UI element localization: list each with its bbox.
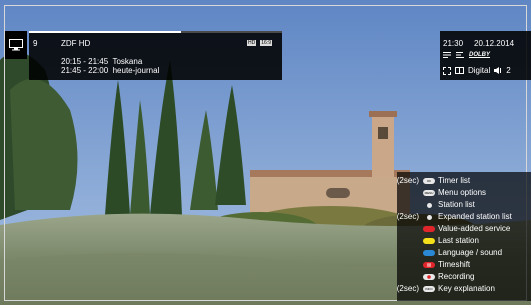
hold-duration: (2sec) bbox=[396, 176, 419, 185]
audio-digital-icon bbox=[455, 67, 464, 74]
program-title: Toskana bbox=[112, 57, 143, 66]
aspect-icon bbox=[443, 66, 451, 75]
key-row-timer-list[interactable]: (2sec) OK Timer list bbox=[397, 175, 531, 187]
volume-level: 2 bbox=[506, 66, 511, 75]
dolby-icon: DOLBY bbox=[469, 52, 490, 58]
key-label: Timer list bbox=[438, 176, 471, 185]
key-label: Recording bbox=[438, 272, 475, 281]
menu-key-icon: MENU bbox=[423, 190, 435, 196]
key-row-expanded-station-list[interactable]: (2sec) Expanded station list bbox=[397, 211, 531, 223]
hd-badge: HD bbox=[247, 40, 257, 46]
channel-number: 9 bbox=[33, 39, 38, 48]
program-time: 21:45 - 22:00 bbox=[61, 66, 109, 75]
program-time: 20:15 - 21:45 bbox=[61, 57, 109, 66]
yellow-key-icon bbox=[423, 238, 435, 244]
key-label: Last station bbox=[438, 236, 479, 245]
key-explanation-panel: (2sec) OK Timer list MENU Menu options S… bbox=[397, 172, 531, 301]
key-label: Station list bbox=[438, 200, 475, 209]
key-row-key-explanation[interactable]: (2sec) INFO Key explanation bbox=[397, 283, 531, 295]
red-key-icon bbox=[423, 226, 435, 232]
key-row-recording[interactable]: Recording bbox=[397, 271, 531, 283]
teletext-icon bbox=[456, 52, 464, 58]
program-progress-bar bbox=[29, 31, 282, 33]
tv-mode-indicator bbox=[5, 31, 27, 59]
key-row-station-list[interactable]: Station list bbox=[397, 199, 531, 211]
key-row-last-station[interactable]: Last station bbox=[397, 235, 531, 247]
clock-date: 20.12.2014 bbox=[474, 39, 515, 48]
key-label: Value-added service bbox=[438, 224, 511, 233]
next-program: 21:45 - 22:00 heute-journal bbox=[61, 66, 159, 75]
current-program: 20:15 - 21:45 Toskana bbox=[61, 57, 142, 66]
ok-dot-key-icon bbox=[426, 214, 432, 220]
info-key-icon: INFO bbox=[423, 286, 435, 292]
tv-icon bbox=[9, 39, 23, 51]
key-row-language-sound[interactable]: Language / sound bbox=[397, 247, 531, 259]
key-row-menu-options[interactable]: MENU Menu options bbox=[397, 187, 531, 199]
program-progress-fill bbox=[29, 31, 181, 33]
key-label: Key explanation bbox=[438, 284, 495, 293]
blue-key-icon bbox=[423, 250, 435, 256]
record-key-icon bbox=[423, 274, 435, 280]
clock-time: 21:30 bbox=[443, 39, 464, 48]
channel-name: ZDF HD bbox=[61, 39, 91, 48]
status-panel: 21:30 20.12.2014 DOLBY Digital 2 bbox=[440, 31, 531, 80]
hold-duration: (2sec) bbox=[396, 212, 419, 221]
volume-icon bbox=[494, 67, 502, 74]
subtitle-icon bbox=[443, 52, 451, 58]
audio-mode: Digital bbox=[468, 66, 491, 75]
key-row-timeshift[interactable]: Timeshift bbox=[397, 259, 531, 271]
aspect-ratio-badge: 16:9 bbox=[260, 40, 272, 46]
ok-key-icon: OK bbox=[423, 178, 435, 184]
channel-badges: HD 16:9 bbox=[247, 40, 272, 46]
channel-info-panel: 9 ZDF HD HD 16:9 20:15 - 21:45 Toskana 2… bbox=[29, 31, 282, 80]
key-label: Timeshift bbox=[438, 260, 471, 269]
pause-key-icon bbox=[423, 262, 435, 268]
key-row-value-added-service[interactable]: Value-added service bbox=[397, 223, 531, 235]
ok-dot-key-icon bbox=[426, 202, 432, 208]
program-title: heute-journal bbox=[112, 66, 160, 75]
key-label: Menu options bbox=[438, 188, 487, 197]
key-label: Language / sound bbox=[438, 248, 503, 257]
key-label: Expanded station list bbox=[438, 212, 512, 221]
hold-duration: (2sec) bbox=[396, 284, 419, 293]
